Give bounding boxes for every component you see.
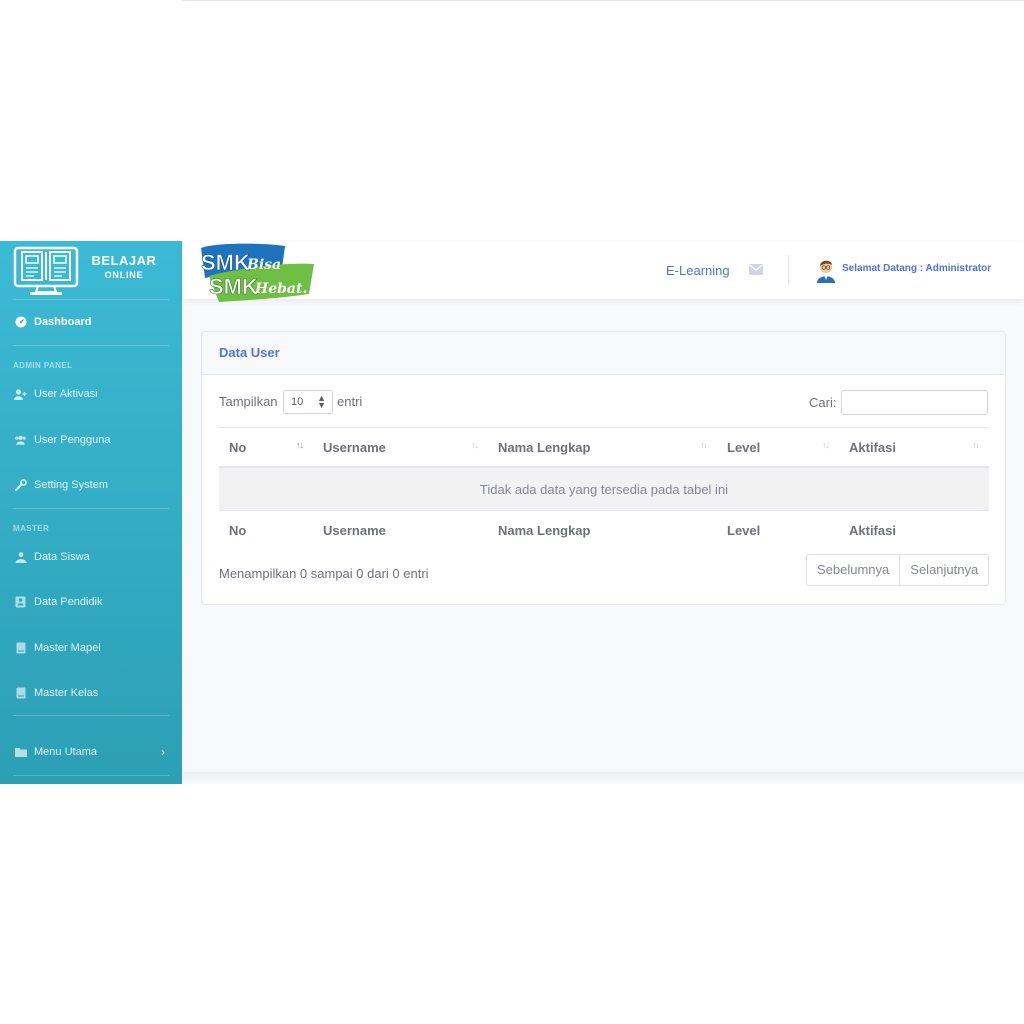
sidebar-item-master-mapel[interactable]: Master Mapel <box>0 638 182 658</box>
sidebar-item-label: User Aktivasi <box>34 388 98 400</box>
sidebar-divider <box>13 299 169 300</box>
sidebar-item-label: User Pengguna <box>34 434 111 446</box>
folder-icon <box>14 746 27 758</box>
sidebar-item-setting-system[interactable]: Setting System <box>0 475 182 495</box>
users-icon <box>14 434 27 446</box>
user-welcome[interactable]: Selamat Datang : Administrator <box>842 263 991 274</box>
card-header: Data User <box>202 332 1005 375</box>
column-header-aktifasi[interactable]: Aktifasi ↑↓ <box>839 427 989 468</box>
empty-table-message: Tidak ada data yang tersedia pada tabel … <box>219 467 989 511</box>
smk-bisa-smk-hebat-logo[interactable]: SMK Bisa SMK Hebat. <box>197 242 317 304</box>
sidebar-divider <box>13 715 169 716</box>
column-header-no[interactable]: No ↑↓ <box>219 427 313 468</box>
svg-text:SMK: SMK <box>201 250 250 275</box>
footer-col-username: Username <box>313 510 488 549</box>
column-header-level[interactable]: Level ↑↓ <box>717 427 839 468</box>
sidebar-item-data-pendidik[interactable]: Data Pendidik <box>0 592 182 612</box>
sidebar: BELAJAR ONLINE Dashboard ADMIN PANEL Use… <box>0 241 182 784</box>
sidebar-item-dashboard[interactable]: Dashboard <box>0 312 182 332</box>
sidebar-divider <box>13 775 169 776</box>
envelope-icon[interactable] <box>749 264 763 275</box>
chevron-right-icon: › <box>161 745 165 759</box>
sort-icon: ↑↓ <box>296 440 304 450</box>
table-info: Menampilkan 0 sampai 0 dari 0 entri <box>219 566 429 581</box>
user-plus-icon <box>14 388 27 400</box>
topbar-divider <box>788 255 789 286</box>
footer-shadow <box>182 772 1024 784</box>
svg-text:Hebat.: Hebat. <box>254 281 307 297</box>
sidebar-heading-master: MASTER <box>13 524 50 533</box>
footer-col-level: Level <box>717 510 839 549</box>
sidebar-item-label: Data Pendidik <box>34 596 103 608</box>
sort-updown-icon: ▲ ▼ <box>317 393 326 410</box>
sort-icon: ↑↓ <box>471 440 479 450</box>
table-header-row: No ↑↓ Username ↑↓ Nama Lengkap ↑↓ Level ↑↓ A… <box>219 427 989 468</box>
sidebar-item-label: Dashboard <box>34 316 92 328</box>
footer-col-aktifasi: Aktifasi <box>839 510 989 549</box>
elearning-link[interactable]: E-Learning <box>666 263 730 278</box>
footer-col-no: No <box>219 510 313 549</box>
sidebar-divider <box>13 345 169 346</box>
sidebar-item-menu-utama[interactable]: Menu Utama › <box>0 742 182 762</box>
sidebar-item-user-aktivasi[interactable]: User Aktivasi <box>0 384 182 404</box>
footer-col-nama-lengkap: Nama Lengkap <box>488 510 717 549</box>
user-tie-icon <box>14 551 27 563</box>
page-size-label: Tampilkan <box>219 394 278 409</box>
data-user-card: Data User Tampilkan 10 ▲ ▼ entri Cari: No… <box>201 331 1006 605</box>
sidebar-item-label: Master Kelas <box>34 687 99 699</box>
sidebar-heading-admin: ADMIN PANEL <box>13 361 73 370</box>
wrench-icon <box>14 479 27 491</box>
svg-text:SMK: SMK <box>209 274 258 299</box>
sidebar-item-label: Setting System <box>34 479 108 491</box>
sidebar-item-label: Data Siswa <box>34 551 90 563</box>
search-input[interactable] <box>841 390 988 415</box>
book-icon <box>14 687 27 699</box>
sidebar-item-label: Master Mapel <box>34 642 101 654</box>
sidebar-divider <box>13 508 169 509</box>
search-label: Cari: <box>809 395 837 410</box>
sidebar-brand[interactable]: BELAJAR ONLINE <box>0 241 182 299</box>
book-icon <box>14 642 27 654</box>
sidebar-item-data-siswa[interactable]: Data Siswa <box>0 547 182 567</box>
id-card-icon <box>14 596 27 608</box>
topbar: SMK Bisa SMK Hebat. E-Learning Selamat D… <box>182 242 1024 302</box>
sidebar-item-user-pengguna[interactable]: User Pengguna <box>0 430 182 450</box>
avatar[interactable] <box>815 257 837 283</box>
computer-book-icon <box>13 246 79 295</box>
next-button[interactable]: Selanjutnya <box>899 555 988 585</box>
table-footer-row: No Username Nama Lengkap Level Aktifasi <box>219 510 989 549</box>
column-header-username[interactable]: Username ↑↓ <box>313 427 488 468</box>
app-shell: BELAJAR ONLINE Dashboard ADMIN PANEL Use… <box>0 241 1024 784</box>
previous-button[interactable]: Sebelumnya <box>807 555 899 585</box>
user-table: No ↑↓ Username ↑↓ Nama Lengkap ↑↓ Level ↑↓ A… <box>219 427 989 549</box>
sidebar-item-master-kelas[interactable]: Master Kelas <box>0 683 182 703</box>
card-title: Data User <box>219 345 280 360</box>
brand-subtitle: ONLINE <box>104 270 144 280</box>
tachometer-icon <box>14 316 27 328</box>
table-row: Tidak ada data yang tersedia pada tabel … <box>219 467 989 511</box>
sort-icon: ↑↓ <box>822 440 830 450</box>
sort-icon: ↑↓ <box>972 440 980 450</box>
sidebar-item-label: Menu Utama <box>34 746 97 758</box>
main-content: SMK Bisa SMK Hebat. E-Learning Selamat D… <box>182 242 1024 772</box>
sort-icon: ↑↓ <box>700 440 708 450</box>
entries-label: entri <box>337 394 363 409</box>
page-size-select[interactable]: 10 ▲ ▼ <box>283 390 333 414</box>
pagination: Sebelumnya Selanjutnya <box>806 554 990 586</box>
column-header-nama-lengkap[interactable]: Nama Lengkap ↑↓ <box>488 427 717 468</box>
svg-text:Bisa: Bisa <box>246 257 281 273</box>
brand-title: BELAJAR <box>91 253 157 268</box>
page-size-value: 10 <box>291 396 304 408</box>
